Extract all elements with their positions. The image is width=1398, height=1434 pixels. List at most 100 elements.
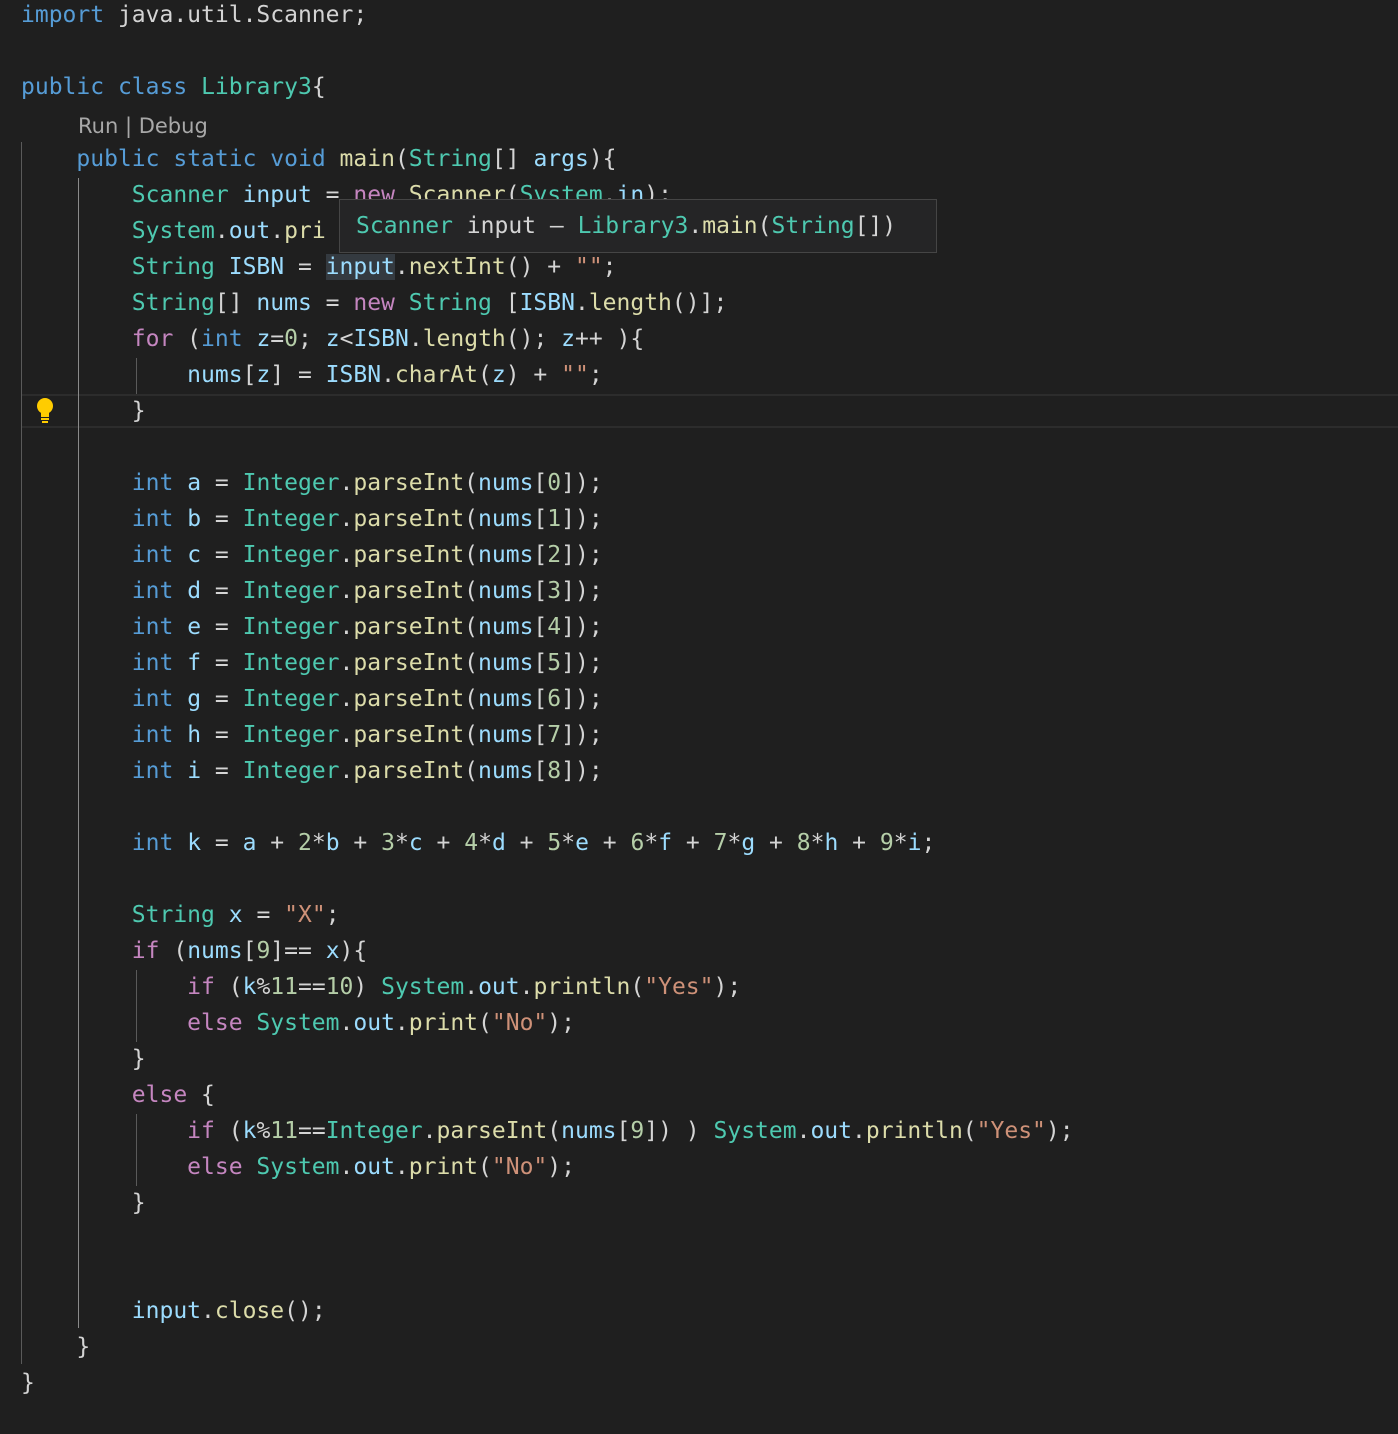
- code-line-text: else System.out.print("No");: [21, 1005, 575, 1041]
- code-token: .: [270, 218, 285, 244]
- code-token: Library3: [201, 74, 312, 100]
- code-token: int: [131, 650, 174, 676]
- code-line: int i = Integer.parseInt(nums[8]);: [0, 753, 1398, 789]
- code-token: {: [311, 74, 326, 100]
- code-token: close: [214, 1298, 285, 1324]
- code-token: c: [408, 830, 423, 856]
- code-token: (: [464, 470, 479, 496]
- code-token: Integer: [325, 1118, 423, 1144]
- code-token: 0: [284, 326, 299, 352]
- code-token: [: [491, 290, 520, 316]
- code-line-text: int e = Integer.parseInt(nums[4]);: [21, 609, 603, 645]
- code-token: *: [644, 830, 659, 856]
- code-token: .: [394, 1010, 409, 1036]
- code-line: else {: [0, 1077, 1398, 1113]
- code-token: i: [907, 830, 922, 856]
- hover-class: Library3: [577, 213, 689, 239]
- code-token: {: [187, 1082, 215, 1108]
- code-line-text: int g = Integer.parseInt(nums[6]);: [21, 681, 603, 717]
- code-token: [: [533, 578, 548, 604]
- code-token: int: [131, 542, 174, 568]
- code-token: 4: [464, 830, 479, 856]
- code-token: ]);: [561, 470, 603, 496]
- code-token: out: [228, 218, 271, 244]
- code-token: .: [339, 722, 354, 748]
- code-token: out: [353, 1154, 395, 1180]
- code-line: int a = Integer.parseInt(nums[0]);: [0, 465, 1398, 501]
- code-token: nums: [478, 578, 534, 604]
- code-token: +: [339, 830, 382, 856]
- code-line-text: }: [21, 1365, 35, 1401]
- code-token: (: [159, 938, 188, 964]
- code-token: "": [561, 362, 589, 388]
- code-token: (: [464, 578, 479, 604]
- code-line: }: [0, 1041, 1398, 1077]
- code-token: Integer: [242, 650, 340, 676]
- code-token: .: [339, 686, 354, 712]
- code-token: =: [284, 254, 326, 280]
- code-token: g: [187, 686, 202, 712]
- code-line: }: [0, 1185, 1398, 1221]
- code-token: [: [242, 362, 257, 388]
- hover-method: main: [702, 213, 758, 239]
- code-token: (: [464, 614, 479, 640]
- code-token: nums: [478, 542, 534, 568]
- lightbulb-icon[interactable]: [34, 396, 56, 424]
- code-token: f: [658, 830, 673, 856]
- code-token: Integer: [242, 722, 340, 748]
- code-token: print: [408, 1154, 479, 1180]
- code-token: ISBN: [228, 254, 285, 280]
- code-token: ;: [588, 362, 603, 388]
- code-token: .: [422, 1118, 437, 1144]
- code-token: k: [242, 974, 257, 1000]
- code-token: "Yes": [976, 1118, 1046, 1144]
- code-token: length: [588, 290, 672, 316]
- code-token: parseInt: [436, 1118, 548, 1144]
- code-token: public: [21, 74, 105, 100]
- hover-open: (: [757, 213, 772, 239]
- code-token: (: [478, 1154, 492, 1180]
- code-line-text: }: [21, 1185, 146, 1221]
- code-token: charAt: [394, 362, 479, 388]
- code-token: %: [256, 1118, 271, 1144]
- code-token: .: [381, 362, 395, 388]
- code-token: h: [187, 722, 202, 748]
- code-token: "No": [491, 1010, 548, 1036]
- code-token: String: [408, 146, 492, 172]
- code-token: 7: [713, 830, 728, 856]
- code-line: String x = "X";: [0, 897, 1398, 933]
- hover-name: input: [452, 213, 537, 239]
- code-token: nums: [187, 362, 243, 388]
- code-line: int h = Integer.parseInt(nums[7]);: [0, 717, 1398, 753]
- code-token: int: [131, 686, 174, 712]
- code-token: a: [187, 470, 202, 496]
- code-token: Integer: [242, 686, 340, 712]
- code-token: ;: [298, 326, 326, 352]
- code-token: .: [852, 1118, 866, 1144]
- code-token: *: [311, 830, 326, 856]
- code-token: parseInt: [353, 722, 465, 748]
- code-token: pri: [284, 218, 326, 244]
- code-line-text: if (k%11==10) System.out.println("Yes");: [21, 969, 741, 1005]
- code-token: nums: [478, 614, 534, 640]
- code-token: ]);: [561, 506, 603, 532]
- code-editor[interactable]: Run | Debug import java.util.Scanner; pub…: [0, 0, 1398, 1434]
- code-token: nums: [478, 758, 534, 784]
- code-token: ;: [325, 902, 340, 928]
